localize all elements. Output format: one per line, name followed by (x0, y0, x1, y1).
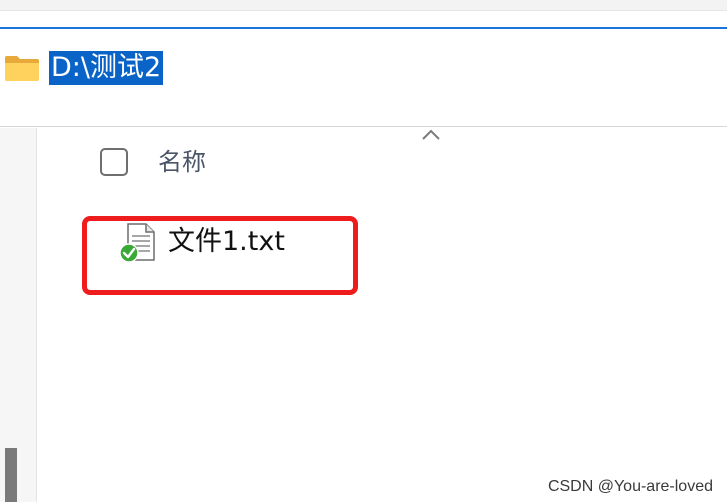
address-bar[interactable]: D:\测试2 (0, 27, 727, 127)
chevron-up-icon[interactable] (420, 127, 442, 141)
folder-icon (4, 54, 40, 82)
file-name[interactable]: 文件1.txt (168, 224, 285, 260)
column-header-name[interactable]: 名称 (158, 145, 206, 179)
watermark-text: CSDN @You-are-loved (547, 478, 713, 495)
ribbon-edge (0, 0, 727, 11)
nav-scrollbar-thumb[interactable] (5, 448, 17, 502)
file-explorer-window: D:\测试2 名称 文件1.txt CSDN @You-are-loved (0, 0, 727, 502)
address-path-input[interactable]: D:\测试2 (49, 51, 164, 85)
navigation-pane[interactable] (0, 128, 37, 502)
file-row[interactable]: 文件1.txt (118, 222, 358, 266)
select-all-checkbox[interactable] (100, 148, 128, 176)
text-file-synced-icon (118, 222, 158, 264)
